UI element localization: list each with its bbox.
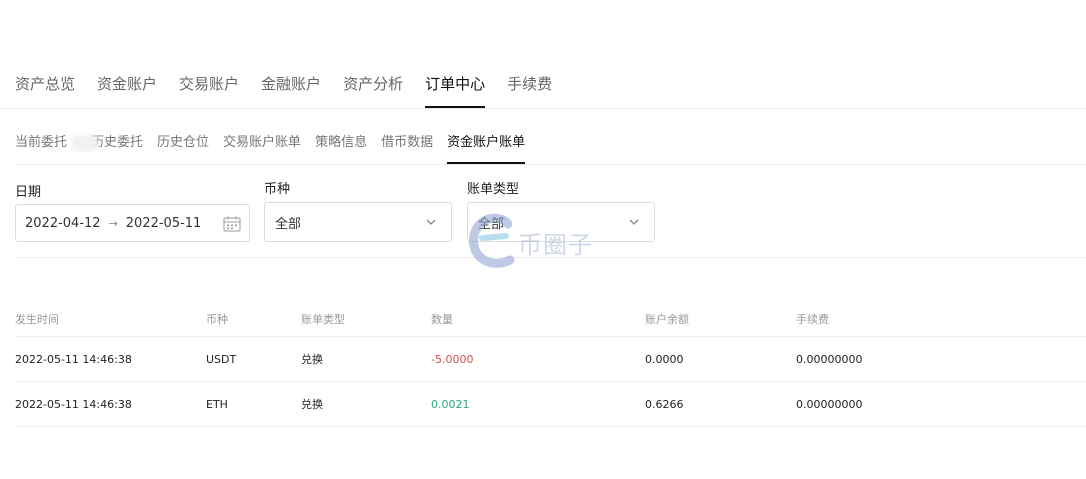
tab-asset-analysis[interactable]: 资产分析 (343, 74, 403, 108)
bill-type-label: 账单类型 (467, 182, 520, 197)
header-fee: 手续费 (796, 302, 1086, 337)
cell-currency: ETH (206, 381, 301, 427)
cell-bill-type: 兑换 (301, 381, 431, 427)
tab-trading-account[interactable]: 交易账户 (179, 74, 239, 108)
table-row: 2022-05-11 14:46:38 USDT 兑换 -5.0000 0.00… (15, 336, 1086, 382)
currency-select-value: 全部 (275, 216, 302, 232)
subtab-trading-account-bill[interactable]: 交易账户账单 (223, 134, 301, 164)
currency-select[interactable]: 全部 (264, 202, 452, 242)
tab-fees[interactable]: 手续费 (507, 74, 552, 108)
cell-currency: USDT (206, 336, 301, 382)
top-nav-divider (0, 108, 1086, 109)
tab-funding-account[interactable]: 资金账户 (97, 74, 157, 108)
date-end[interactable]: 2022-05-11 (126, 216, 202, 231)
cell-bill-type: 兑换 (301, 336, 431, 382)
subtab-funding-account-bill[interactable]: 资金账户账单 (447, 134, 526, 164)
tab-financial-account[interactable]: 金融账户 (261, 74, 321, 108)
cell-time: 2022-05-11 14:46:38 (15, 336, 206, 382)
subtab-borrow-data[interactable]: 借币数据 (381, 134, 433, 164)
header-bill-type: 账单类型 (301, 302, 431, 337)
calendar-icon[interactable] (223, 216, 241, 232)
sub-nav-divider (15, 164, 1086, 165)
watermark-logo: 币圈子 (466, 210, 626, 270)
table-row: 2022-05-11 14:46:38 ETH 兑换 0.0021 0.6266… (15, 381, 1086, 427)
subtab-strategy-info[interactable]: 策略信息 (315, 134, 367, 164)
subtab-position-history[interactable]: 历史仓位 (157, 134, 209, 164)
chevron-down-icon (629, 219, 639, 225)
header-currency: 币种 (206, 302, 301, 337)
watermark-text: 币圈子 (518, 231, 593, 259)
tab-asset-overview[interactable]: 资产总览 (15, 74, 75, 108)
cell-amount: 0.0021 (431, 381, 645, 427)
cell-fee: 0.00000000 (796, 381, 1086, 427)
cell-time: 2022-05-11 14:46:38 (15, 381, 206, 427)
watermark-e-icon (469, 213, 515, 268)
table-header-row: 发生时间 币种 账单类型 数量 账户余额 手续费 (15, 302, 1086, 337)
cell-balance: 0.6266 (645, 381, 796, 427)
blurred-badge (72, 135, 98, 151)
header-amount: 数量 (431, 302, 645, 337)
date-arrow: → (108, 216, 118, 230)
cell-balance: 0.0000 (645, 336, 796, 382)
subtab-order-history[interactable]: 历史委托 (91, 134, 143, 164)
currency-label: 币种 (264, 182, 291, 197)
header-balance: 账户余额 (645, 302, 796, 337)
header-time: 发生时间 (15, 302, 206, 337)
date-start[interactable]: 2022-04-12 (25, 216, 101, 231)
bill-table: 发生时间 币种 账单类型 数量 账户余额 手续费 2022-05-11 14:4… (15, 302, 1086, 427)
top-nav-tabs: 资产总览 资金账户 交易账户 金融账户 资产分析 订单中心 手续费 (15, 74, 574, 108)
cell-fee: 0.00000000 (796, 336, 1086, 382)
subtab-open-orders[interactable]: 当前委托 (15, 134, 67, 164)
tab-order-center[interactable]: 订单中心 (425, 74, 486, 108)
cell-amount: -5.0000 (431, 336, 645, 382)
chevron-down-icon (426, 219, 436, 225)
date-label: 日期 (15, 185, 42, 200)
date-range-picker[interactable]: 2022-04-12 → 2022-05-11 (15, 204, 250, 242)
